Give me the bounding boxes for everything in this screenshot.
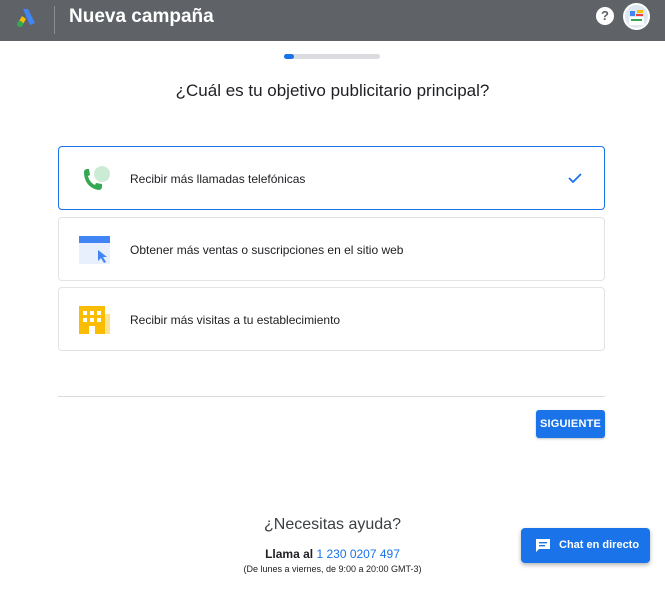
website-icon [79,236,110,264]
phone-icon [84,166,110,190]
top-bar: Nueva campaña ? [0,0,665,41]
option-label: Obtener más ventas o suscripciones en el… [130,243,404,257]
chat-icon [536,539,550,552]
header-divider [54,6,55,34]
option-website-sales[interactable]: Obtener más ventas o suscripciones en el… [58,217,605,281]
option-phone-calls[interactable]: Recibir más llamadas telefónicas [58,146,605,210]
option-label: Recibir más visitas a tu establecimiento [130,313,341,327]
help-icon[interactable]: ? [596,7,614,25]
divider [58,396,605,397]
option-label: Recibir más llamadas telefónicas [130,172,306,186]
progress-bar [284,54,380,59]
question-heading: ¿Cuál es tu objetivo publicitario princi… [175,81,490,100]
avatar-image [625,5,648,28]
store-icon [79,306,110,334]
support-hours: (De lunes a viernes, de 9:00 a 20:00 GMT… [243,564,422,574]
page-title: Nueva campaña [69,6,214,27]
phone-number-link[interactable]: 1 230 0207 497 [316,547,399,561]
next-button[interactable]: SIGUIENTE [536,410,605,438]
chat-label: Chat en directo [559,539,640,551]
progress-fill [284,54,294,59]
check-icon [568,173,582,184]
avatar[interactable] [623,3,650,30]
google-ads-logo[interactable] [15,6,37,28]
call-prefix: Llama al [265,547,314,561]
option-store-visits[interactable]: Recibir más visitas a tu establecimiento [58,287,605,351]
live-chat-button[interactable]: Chat en directo [521,528,650,563]
